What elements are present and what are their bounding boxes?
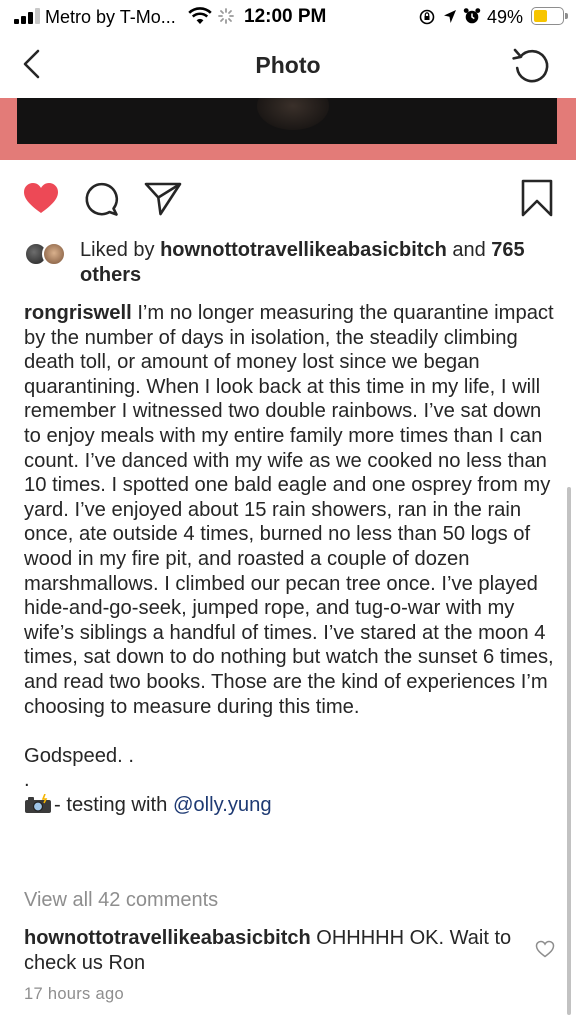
post-timestamp: 17 hours ago bbox=[24, 985, 124, 1003]
avatar bbox=[42, 242, 66, 266]
liker-avatars bbox=[24, 242, 72, 268]
caption-dot: . bbox=[24, 769, 30, 792]
post-actions bbox=[0, 172, 576, 228]
caption-username[interactable]: rongriswell bbox=[24, 302, 132, 324]
wifi-icon bbox=[188, 7, 212, 24]
orientation-lock-icon bbox=[419, 9, 435, 25]
scrollbar[interactable] bbox=[567, 487, 571, 1015]
caption-credit: - testing with @olly.yung bbox=[24, 793, 554, 818]
heart-filled-icon[interactable] bbox=[22, 181, 60, 215]
likes-summary[interactable]: Liked by hownottotravellikeabasicbitch a… bbox=[24, 238, 554, 288]
camera-flash-icon bbox=[25, 793, 51, 813]
carrier-name: Metro by T-Mo... bbox=[45, 7, 176, 27]
likes-text: Liked by hownottotravellikeabasicbitch a… bbox=[80, 239, 525, 286]
post-photo[interactable] bbox=[0, 98, 576, 160]
page-title: Photo bbox=[255, 52, 321, 78]
status-bar: Metro by T-Mo... 12:00 PM 49% bbox=[0, 0, 576, 36]
mention-link[interactable]: @olly.yung bbox=[173, 794, 272, 816]
view-all-comments-link[interactable]: View all 42 comments bbox=[24, 889, 218, 912]
photo-image bbox=[17, 98, 557, 144]
location-arrow-icon bbox=[444, 10, 456, 23]
nav-bar: Photo bbox=[0, 36, 576, 98]
clock-time: 12:00 PM bbox=[244, 6, 327, 27]
battery-fill bbox=[534, 10, 547, 22]
liker-username[interactable]: hownottotravellikeabasicbitch bbox=[160, 239, 447, 261]
comment-like-heart-icon[interactable] bbox=[535, 940, 555, 958]
caption-body: I’m no longer measuring the quarantine i… bbox=[24, 302, 554, 718]
bookmark-icon[interactable] bbox=[520, 179, 554, 217]
alarm-icon bbox=[463, 8, 481, 24]
share-icon[interactable] bbox=[143, 180, 183, 216]
battery-icon bbox=[531, 7, 568, 25]
activity-spinner-icon bbox=[218, 8, 234, 24]
comment-username[interactable]: hownottotravellikeabasicbitch bbox=[24, 927, 311, 949]
comment-icon[interactable] bbox=[83, 180, 121, 218]
signal-icon bbox=[14, 8, 42, 24]
caption-signoff: Godspeed. . bbox=[24, 744, 134, 767]
refresh-icon[interactable] bbox=[510, 44, 552, 86]
battery-percent: 49% bbox=[487, 7, 524, 27]
comment-item: hownottotravellikeabasicbitch OHHHHH OK.… bbox=[24, 926, 524, 976]
post-caption: rongriswell I’m no longer measuring the … bbox=[24, 301, 554, 817]
